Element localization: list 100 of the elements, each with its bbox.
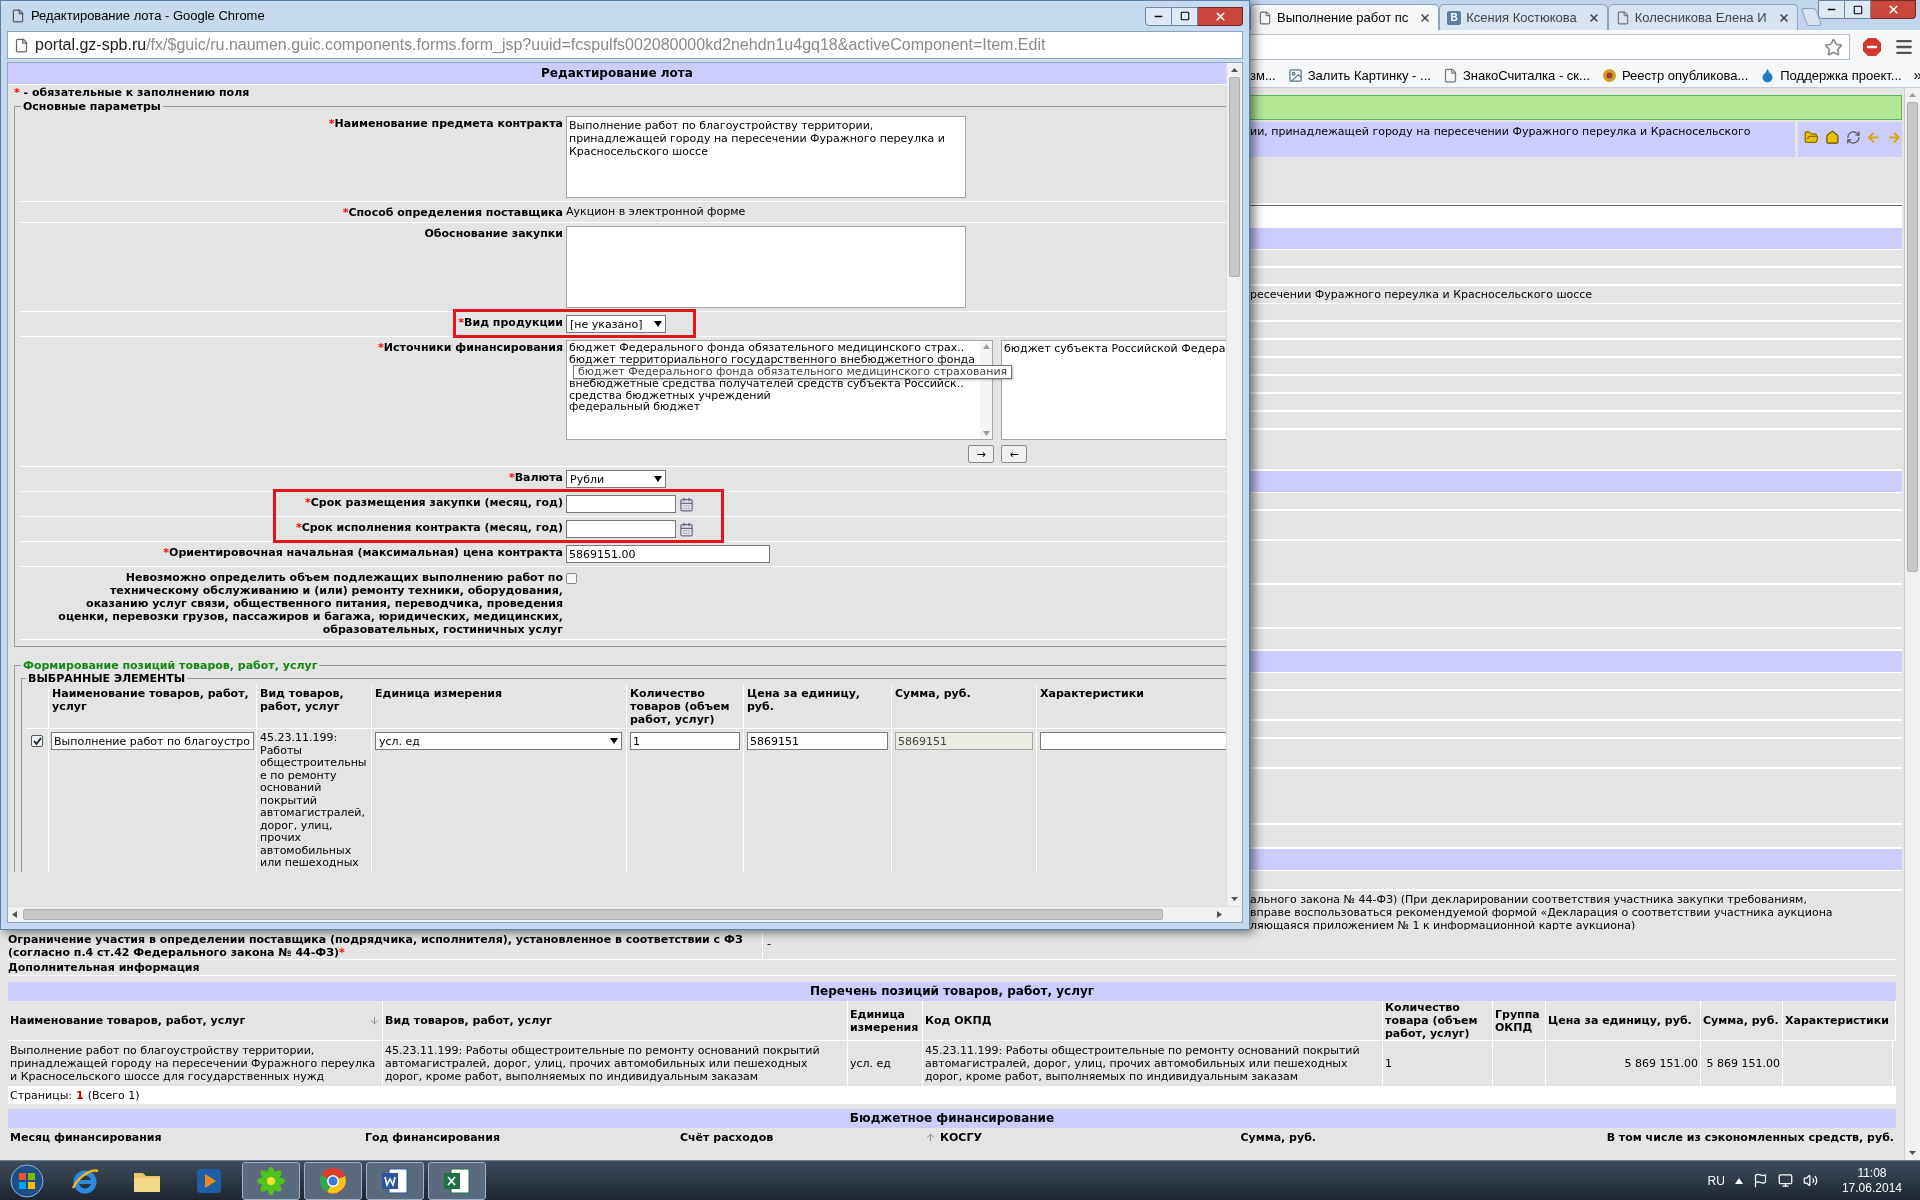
folder-icon[interactable] [1804,130,1819,145]
table-cell-text: 45.23.11.199: Работы общестроительные по ремонту оснований покрытий автомагистралей, дорог, улиц, прочих автомобильных или пешеходных дорог, кроме работ, выполняемых по индивидуальным заказам [925,1044,1361,1083]
sort-arrow-icon[interactable] [925,1132,936,1143]
column-header: Единица измерения [371,685,626,728]
browser-tab[interactable]: Выполнение работ пс [1250,4,1440,30]
column-header[interactable]: КОСГУ [940,1131,982,1144]
list-option[interactable]: бюджет субъекта Российской Федера [1004,342,1226,355]
field-value: - [767,937,771,950]
close-icon [1886,3,1900,16]
column-header[interactable]: Сумма, руб. [1240,1131,1316,1144]
column-header[interactable]: Группа ОКПД [1495,1007,1543,1034]
flag-icon[interactable] [1752,1173,1768,1188]
taskbar-button[interactable] [366,1161,424,1200]
network-icon[interactable] [1777,1173,1793,1188]
horizontal-scrollbar[interactable] [8,906,1242,922]
price-field[interactable]: 5869151 [747,732,888,750]
list-option[interactable]: бюджет территориального государственного внебюджетного фонда [569,353,978,365]
refresh-icon[interactable] [1845,130,1861,145]
price-field[interactable]: 5869151.00 [566,545,770,563]
taskbar-button[interactable] [242,1161,300,1200]
bookmark-item[interactable]: ЗнакоСчиталка - ск... [1442,65,1590,86]
vertical-scrollbar[interactable] [1226,63,1242,906]
star-icon[interactable] [1824,37,1843,57]
column-header[interactable]: В том числе из сэкономленных средств, руб. [1606,1131,1894,1144]
close-icon [1213,9,1227,23]
field-value: Аукцион в электронной форме [566,205,746,218]
bookmark-item[interactable]: Поддержка проект... [1760,65,1902,86]
column-header[interactable]: Единица измерения [850,1007,920,1034]
column-header[interactable]: Сумма, руб. [1703,1014,1780,1027]
name-field[interactable]: Выполнение работ по благоустро [51,732,254,750]
maximize-button[interactable] [1845,0,1871,19]
scroll-right-arrow-icon[interactable] [1214,911,1224,918]
scrollbar-thumb[interactable] [1229,77,1240,277]
list-option[interactable]: бюджет Федерального фонда обязательного медицинского страх.. [569,342,978,354]
quantity-field[interactable]: 1 [630,732,740,750]
scrollbar-thumb[interactable] [23,909,1163,920]
bookmark-item[interactable]: Залить Картинку - ... [1287,65,1431,86]
scroll-left-arrow-icon[interactable] [10,911,20,918]
text-area[interactable]: Выполнение работ по благоустройству территории, принадлежащей городу на пересечении Фуражного переулка и Красносельского шоссе [566,116,966,198]
select-box[interactable]: Рубли [566,470,666,488]
close-button[interactable] [1198,6,1243,26]
bookmark-item[interactable]: зм... [1250,65,1276,86]
column-header[interactable]: Код ОКПД [925,1014,1380,1027]
ad-blocker-icon[interactable] [1862,37,1882,57]
windows-logo-icon [10,1163,44,1198]
close-icon[interactable] [1419,11,1432,24]
column-header[interactable]: Месяц финансирования [10,1131,162,1144]
list-option[interactable]: федеральный бюджет [569,401,978,413]
column-header[interactable]: Год финансирования [365,1131,500,1144]
address-bar[interactable]: portal.gz-spb.ru/fx/$guic/ru.naumen.guic.components.forms.form_jsp?uuid=fcspulfs002080000kd2nehdn1u4gq18&activeComponent=Item.Edit [7,31,1243,59]
move-button[interactable]: → [968,445,994,463]
section-legend: Формирование позиций товаров, работ, услуг [21,659,320,672]
column-header[interactable]: Характеристики [1785,1014,1893,1027]
browser-tab[interactable]: B Ксения Костюкова [1439,4,1608,30]
maximize-button[interactable] [1172,6,1198,26]
column-header[interactable]: Счёт расходов [680,1131,774,1144]
calendar-icon[interactable] [679,521,694,537]
volume-icon[interactable] [1802,1173,1818,1188]
column-header[interactable]: Количество товара (объем работ, услуг) [1385,1001,1490,1040]
taskbar-button[interactable] [304,1161,362,1200]
date-field[interactable] [566,495,676,513]
clock[interactable]: 11:08 17.06.2014 [1841,1165,1902,1196]
checkbox[interactable] [566,573,577,584]
column-header[interactable]: Вид товаров, работ, услуг [385,1014,845,1027]
close-button[interactable] [1871,0,1916,19]
row-checkbox[interactable] [31,735,43,747]
window-title: Редактирование лота - Google Chrome [31,7,265,26]
close-icon[interactable] [1587,11,1600,24]
bookmark-item[interactable]: Реестр опубликова... [1601,65,1749,86]
column-header[interactable]: Наименование товаров, работ, услуг [10,1014,365,1027]
flower-icon [256,1165,286,1196]
move-button[interactable]: ← [1001,445,1027,463]
vertical-scrollbar[interactable] [1904,930,1920,1160]
list-option[interactable]: средства бюджетных учреждений [569,389,978,401]
select-box[interactable]: усл. ед [375,732,622,750]
list-option[interactable]: внебюджетные средства получателей средств субъекта Российск.. [569,378,978,390]
scrollbar-thumb[interactable] [1907,102,1918,572]
date-field[interactable] [566,520,676,538]
pagination-total: (Всего 1) [87,1089,140,1102]
sort-arrow-icon[interactable] [369,1015,380,1026]
column-header[interactable]: Цена за единицу, руб. [1548,1014,1698,1027]
close-icon[interactable] [1777,11,1790,24]
new-tab-button[interactable] [1800,8,1822,26]
calendar-icon[interactable] [679,496,694,512]
social-logo-icon: B [1447,10,1462,25]
vertical-scrollbar[interactable] [1904,88,1920,930]
menu-icon[interactable] [1894,37,1914,57]
home-icon[interactable] [1824,130,1840,145]
page-icon [1442,68,1458,83]
sum-field[interactable]: 5869151 [895,732,1033,750]
text-area[interactable] [566,226,966,308]
page-link[interactable]: 1 [76,1089,84,1102]
select-box[interactable]: [не указано] [566,315,666,333]
field-label: Ограничение участия в определении поставщика (подрядчика, исполнителя), установленное в соответствии с ФЗ (согласно п.4 ст.42 Федерального закона № 44-ФЗ)* [8,933,743,959]
taskbar-button[interactable] [428,1161,486,1200]
section-legend: Основные параметры [21,100,163,113]
show-hidden-icons-arrow[interactable] [1734,1177,1743,1184]
language-indicator[interactable]: RU [1707,1171,1725,1190]
browser-tab[interactable]: Колесникова Елена И [1607,4,1798,30]
characteristics-field[interactable] [1040,732,1226,750]
